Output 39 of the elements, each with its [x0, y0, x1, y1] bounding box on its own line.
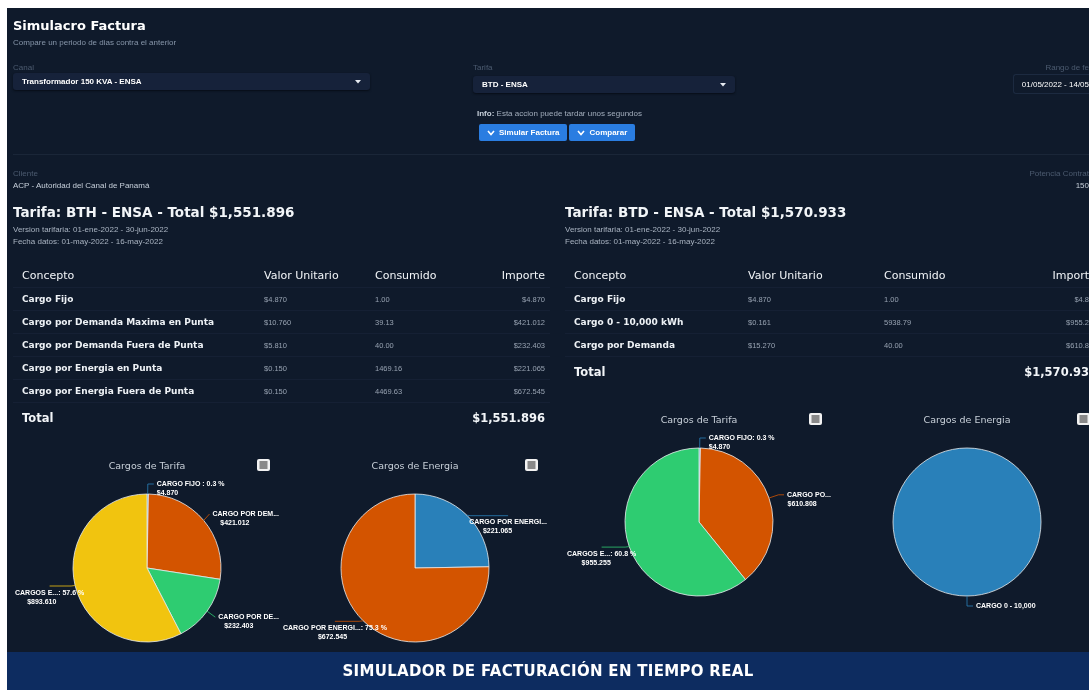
total-label: Total: [574, 365, 607, 379]
total-value: $1,551.896: [472, 411, 545, 425]
client-name: ACP - Autoridad del Canal de Panamá: [13, 181, 150, 190]
table-cell-text: Cargo por Demanda Maxima en Punta: [22, 317, 216, 327]
column-header: Consumido: [884, 268, 947, 282]
contracted-power-value: 150: [1074, 181, 1089, 190]
data-dates: Fecha datos: 01-may-2022 - 16-may-2022: [565, 236, 716, 248]
table-cell-text: Cargo por Energia Fuera de Punta: [22, 386, 196, 396]
data-dates: Fecha datos: 01-may-2022 - 16-may-2022: [13, 236, 164, 248]
column-header: Valor Unitario: [748, 268, 824, 282]
column-header: Import: [1052, 268, 1089, 282]
banner-caption: SIMULADOR DE FACTURACIÓN EN TIEMPO REAL: [342, 662, 754, 680]
table-cell-text: Cargo por Energia en Punta: [22, 363, 164, 373]
column-header: Concepto: [574, 268, 628, 282]
field-label: Tarifa: [473, 63, 494, 73]
tariff-heading: Tarifa: BTH - ENSA - Total $1,551.896: [13, 204, 296, 220]
info-text: Info: Esta accion puede tardar unos segundos: [476, 109, 643, 118]
table-cell-text: Cargo Fijo: [22, 294, 75, 304]
chart-title: Cargos de Energia: [922, 413, 1012, 425]
chart-title: Cargos de Energia: [370, 459, 460, 471]
table-cell-text: Cargo por Demanda: [574, 340, 677, 350]
column-header: Importe: [501, 268, 545, 282]
table-cell-text: Cargo por Demanda Fuera de Punta: [22, 340, 205, 350]
table-cell-text: Cargo Fijo: [574, 294, 627, 304]
total-value: $1,570.93: [1024, 365, 1089, 379]
column-header: Concepto: [22, 268, 76, 282]
tariff-version: Version tarifaria: 01-ene-2022 - 30-jun-2022: [13, 224, 170, 236]
tariff-heading: Tarifa: BTD - ENSA - Total $1,570.933: [565, 204, 848, 220]
page-subtitle: Compare un periodo de dias contra el anterior: [13, 38, 178, 47]
page-title: Simulacro Factura: [13, 18, 147, 33]
column-header: Valor Unitario: [264, 268, 340, 282]
field-label: Potencia Contrat: [1029, 169, 1089, 179]
total-label: Total: [22, 411, 55, 425]
tariff-version: Version tarifaria: 01-ene-2022 - 30-jun-2022: [565, 224, 722, 236]
chart-title: Cargos de Tarifa: [107, 459, 187, 471]
field-label: Cliente: [13, 169, 39, 179]
table-cell-text: Cargo 0 - 10,000 kWh: [574, 317, 685, 327]
column-header: Consumido: [375, 268, 438, 282]
chart-title: Cargos de Tarifa: [659, 413, 739, 425]
